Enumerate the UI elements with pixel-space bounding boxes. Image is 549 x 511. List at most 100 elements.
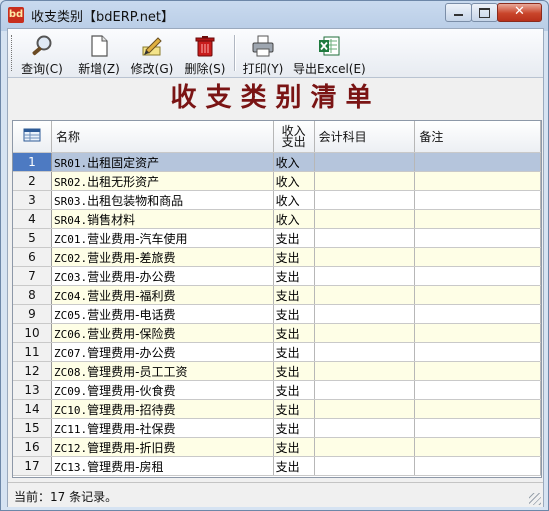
cell-note[interactable] [414, 228, 541, 248]
cell-account[interactable] [314, 171, 416, 191]
cell-note[interactable] [414, 285, 541, 305]
table-row[interactable]: 5 ZC01.营业费用-汽车使用 支出 [13, 228, 541, 248]
cell-account[interactable] [314, 228, 416, 248]
cell-note[interactable] [414, 152, 541, 172]
row-number[interactable]: 17 [13, 456, 52, 476]
col-header-note[interactable]: 备注 [414, 121, 541, 153]
cell-note[interactable] [414, 361, 541, 381]
row-number[interactable]: 6 [13, 247, 52, 267]
cell-account[interactable] [314, 361, 416, 381]
cell-note[interactable] [414, 247, 541, 267]
cell-name[interactable]: ZC11.管理费用-社保费 [51, 418, 274, 438]
row-number[interactable]: 12 [13, 361, 52, 381]
cell-note[interactable] [414, 209, 541, 229]
cell-income-expense[interactable]: 支出 [273, 228, 315, 248]
cell-account[interactable] [314, 418, 416, 438]
cell-note[interactable] [414, 380, 541, 400]
table-row[interactable]: 10 ZC06.营业费用-保险费 支出 [13, 323, 541, 343]
cell-account[interactable] [314, 456, 416, 476]
cell-income-expense[interactable]: 收入 [273, 190, 315, 210]
edit-button[interactable]: 修改(G) [129, 32, 175, 76]
table-row[interactable]: 1 SR01.出租固定资产 收入 [13, 152, 541, 172]
cell-income-expense[interactable]: 支出 [273, 285, 315, 305]
cell-name[interactable]: SR01.出租固定资产 [51, 152, 274, 172]
cell-note[interactable] [414, 399, 541, 419]
grid-corner[interactable] [13, 121, 52, 153]
row-number[interactable]: 16 [13, 437, 52, 457]
cell-account[interactable] [314, 399, 416, 419]
row-number[interactable]: 10 [13, 323, 52, 343]
delete-button[interactable]: 删除(S) [182, 32, 228, 76]
title-bar[interactable]: bd 收支类别【bdERP.net】 ✕ [1, 1, 548, 27]
print-button[interactable]: 打印(Y) [240, 32, 286, 76]
cell-income-expense[interactable]: 支出 [273, 418, 315, 438]
cell-note[interactable] [414, 437, 541, 457]
col-header-name[interactable]: 名称 [51, 121, 274, 153]
cell-account[interactable] [314, 190, 416, 210]
search-button[interactable]: 查询(C) [18, 32, 66, 76]
cell-income-expense[interactable]: 收入 [273, 171, 315, 191]
table-row[interactable]: 9 ZC05.营业费用-电话费 支出 [13, 304, 541, 324]
table-row[interactable]: 17 ZC13.管理费用-房租 支出 [13, 456, 541, 476]
table-row[interactable]: 2 SR02.出租无形资产 收入 [13, 171, 541, 191]
cell-name[interactable]: ZC08.管理费用-员工工资 [51, 361, 274, 381]
cell-account[interactable] [314, 247, 416, 267]
toolbar-grip[interactable] [11, 35, 15, 71]
cell-income-expense[interactable]: 支出 [273, 323, 315, 343]
cell-name[interactable]: SR04.销售材料 [51, 209, 274, 229]
row-number[interactable]: 1 [13, 152, 52, 172]
table-row[interactable]: 3 SR03.出租包装物和商品 收入 [13, 190, 541, 210]
export-excel-button[interactable]: 导出Excel(E) [293, 32, 366, 76]
row-number[interactable]: 15 [13, 418, 52, 438]
cell-income-expense[interactable]: 支出 [273, 456, 315, 476]
row-number[interactable]: 3 [13, 190, 52, 210]
row-number[interactable]: 7 [13, 266, 52, 286]
cell-note[interactable] [414, 456, 541, 476]
cell-account[interactable] [314, 323, 416, 343]
add-button[interactable]: 新增(Z) [76, 32, 122, 76]
cell-account[interactable] [314, 437, 416, 457]
cell-income-expense[interactable]: 支出 [273, 399, 315, 419]
cell-income-expense[interactable]: 支出 [273, 247, 315, 267]
cell-account[interactable] [314, 304, 416, 324]
cell-income-expense[interactable]: 支出 [273, 437, 315, 457]
table-row[interactable]: 6 ZC02.营业费用-差旅费 支出 [13, 247, 541, 267]
table-row[interactable]: 15 ZC11.管理费用-社保费 支出 [13, 418, 541, 438]
cell-name[interactable]: SR03.出租包装物和商品 [51, 190, 274, 210]
cell-name[interactable]: ZC05.营业费用-电话费 [51, 304, 274, 324]
row-number[interactable]: 2 [13, 171, 52, 191]
table-row[interactable]: 14 ZC10.管理费用-招待费 支出 [13, 399, 541, 419]
cell-name[interactable]: SR02.出租无形资产 [51, 171, 274, 191]
cell-note[interactable] [414, 266, 541, 286]
cell-income-expense[interactable]: 支出 [273, 304, 315, 324]
cell-income-expense[interactable]: 支出 [273, 361, 315, 381]
cell-income-expense[interactable]: 支出 [273, 380, 315, 400]
minimize-button[interactable] [445, 3, 472, 22]
cell-name[interactable]: ZC13.管理费用-房租 [51, 456, 274, 476]
cell-note[interactable] [414, 304, 541, 324]
col-header-income-expense[interactable]: 收入 支出 [273, 121, 315, 153]
row-number[interactable]: 9 [13, 304, 52, 324]
maximize-button[interactable] [471, 3, 498, 22]
cell-name[interactable]: ZC03.营业费用-办公费 [51, 266, 274, 286]
cell-account[interactable] [314, 342, 416, 362]
cell-note[interactable] [414, 342, 541, 362]
cell-income-expense[interactable]: 支出 [273, 342, 315, 362]
cell-income-expense[interactable]: 收入 [273, 209, 315, 229]
table-row[interactable]: 4 SR04.销售材料 收入 [13, 209, 541, 229]
category-grid[interactable]: 名称 收入 支出 会计科目 备注 1 SR01.出租固定资产 收入 2 SR02.出租无… [12, 120, 542, 478]
cell-income-expense[interactable]: 收入 [273, 152, 315, 172]
cell-name[interactable]: ZC01.营业费用-汽车使用 [51, 228, 274, 248]
resize-grip[interactable] [529, 493, 541, 505]
table-row[interactable]: 16 ZC12.管理费用-折旧费 支出 [13, 437, 541, 457]
row-number[interactable]: 4 [13, 209, 52, 229]
cell-note[interactable] [414, 190, 541, 210]
cell-note[interactable] [414, 323, 541, 343]
row-number[interactable]: 13 [13, 380, 52, 400]
cell-account[interactable] [314, 380, 416, 400]
cell-name[interactable]: ZC06.营业费用-保险费 [51, 323, 274, 343]
table-row[interactable]: 13 ZC09.管理费用-伙食费 支出 [13, 380, 541, 400]
row-number[interactable]: 11 [13, 342, 52, 362]
cell-account[interactable] [314, 285, 416, 305]
table-row[interactable]: 11 ZC07.管理费用-办公费 支出 [13, 342, 541, 362]
